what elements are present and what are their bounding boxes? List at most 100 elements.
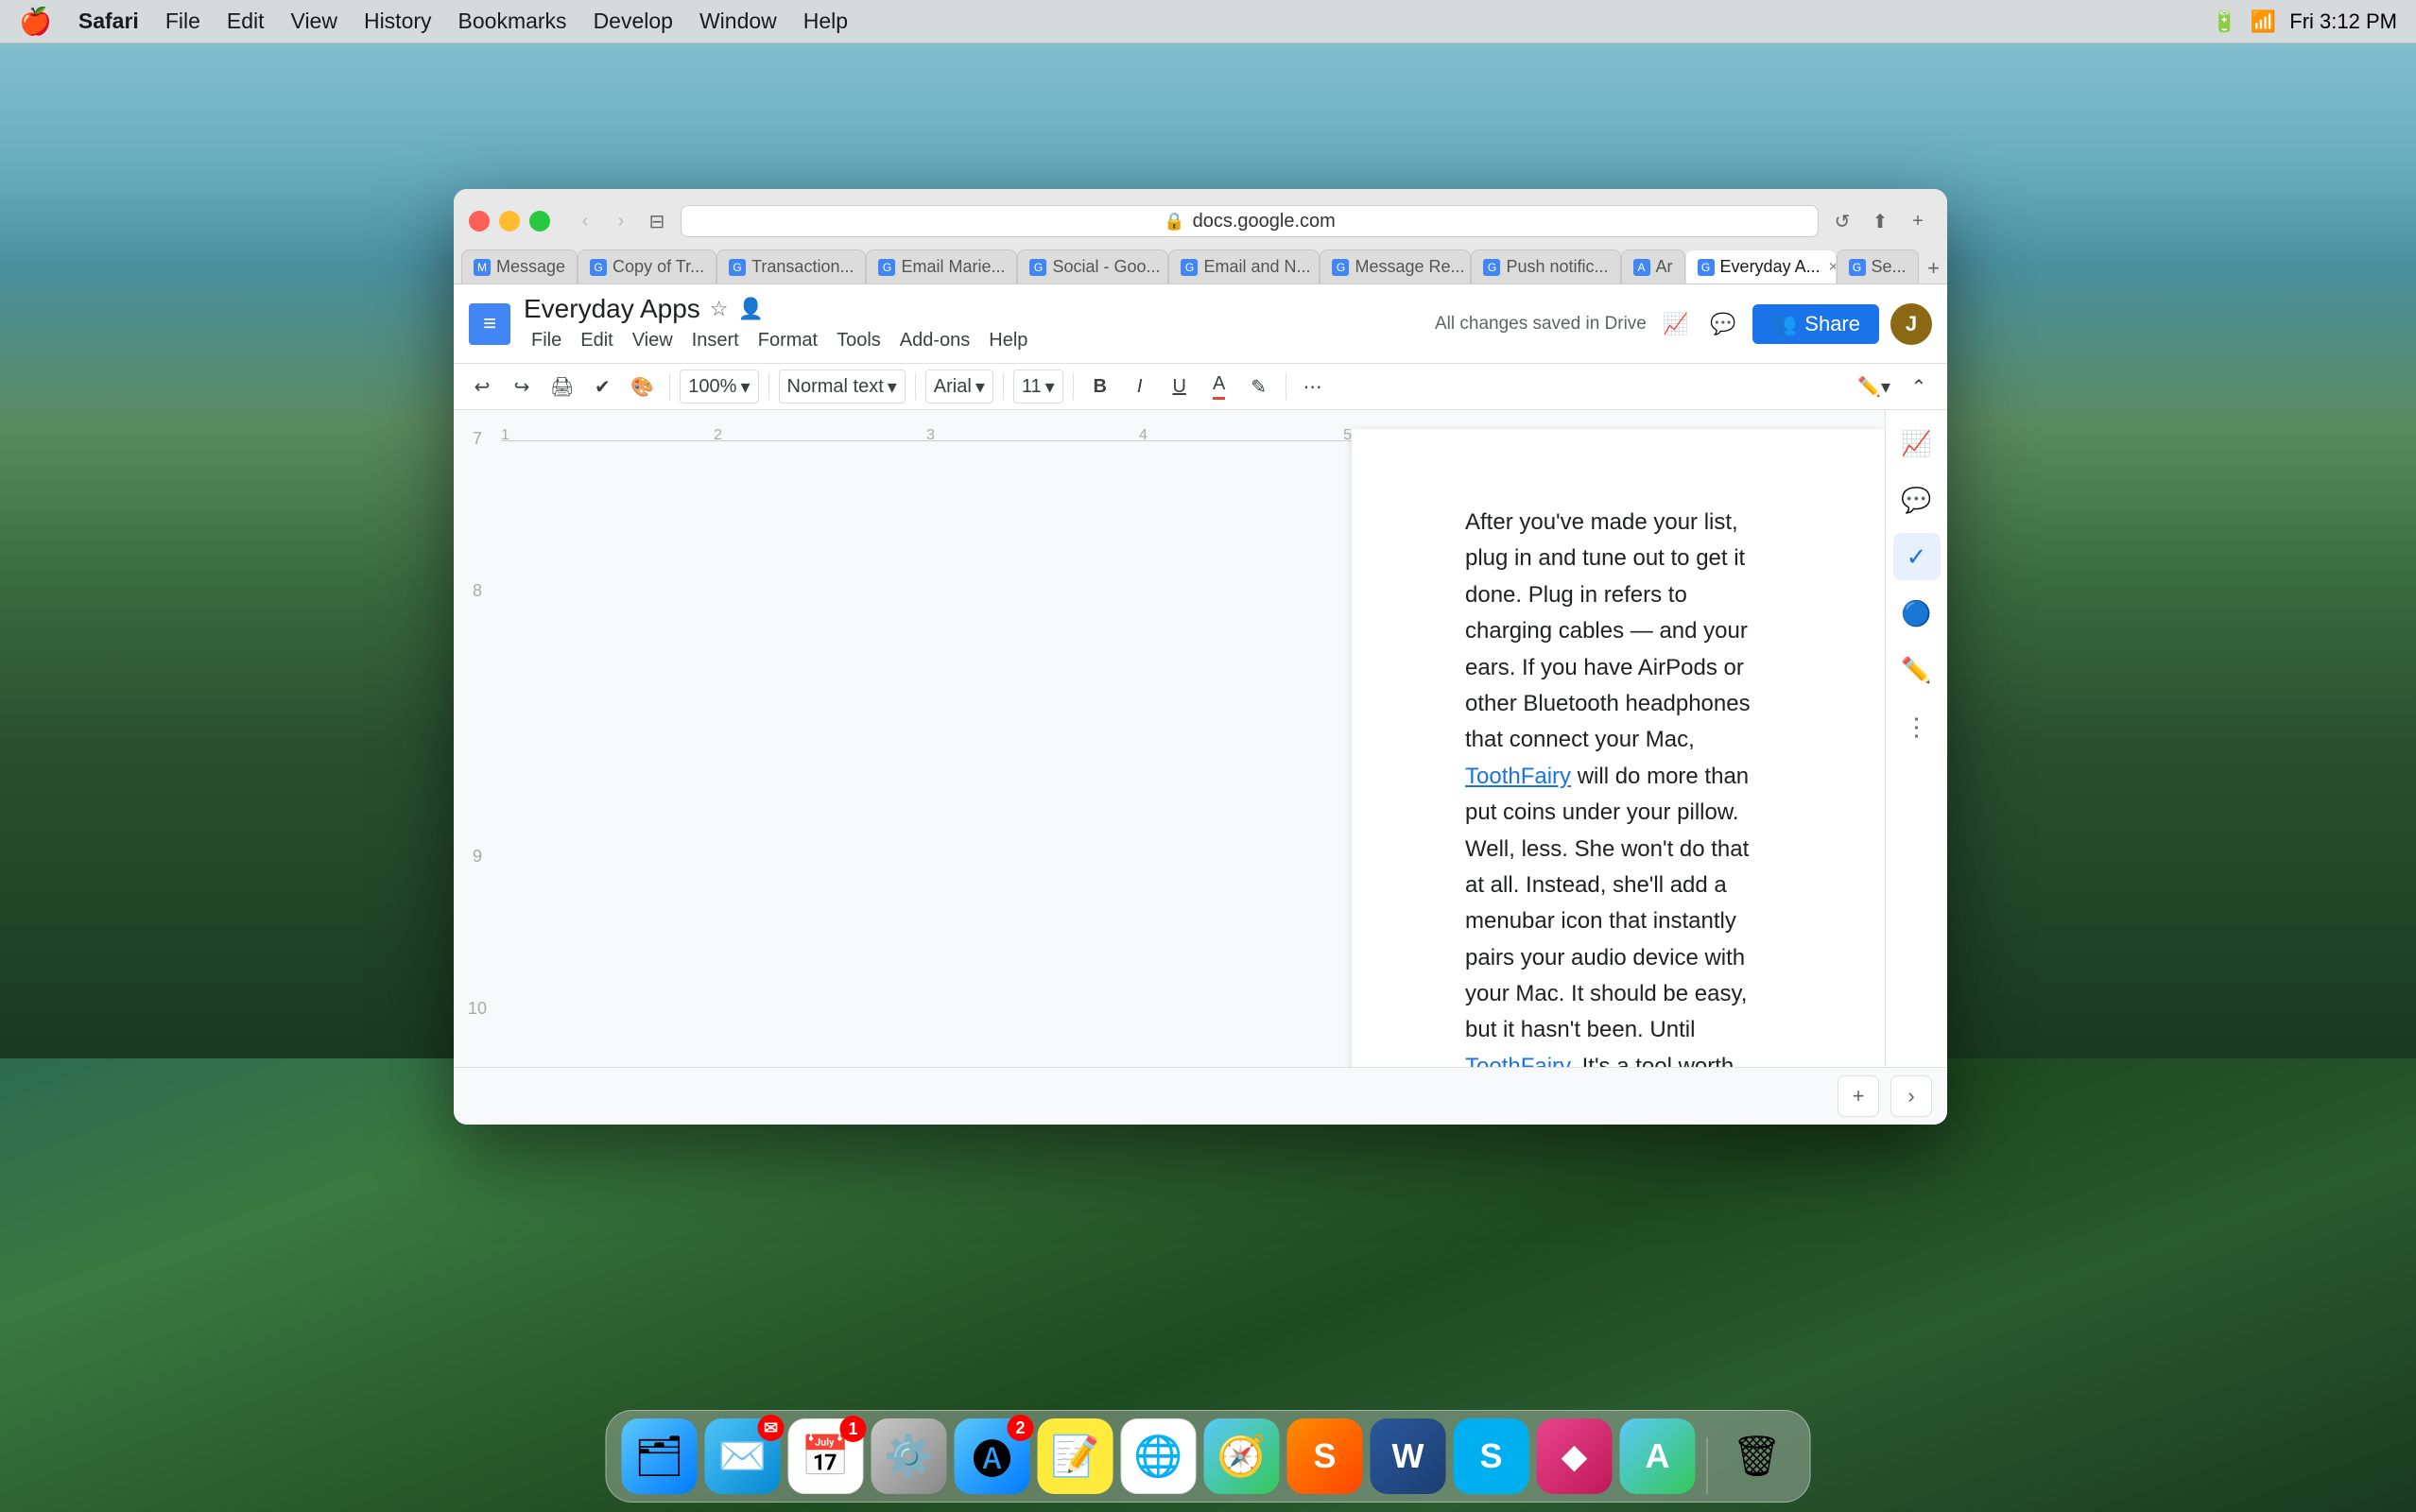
menubar-history[interactable]: History bbox=[364, 9, 432, 34]
docs-document-title[interactable]: Everyday Apps bbox=[524, 294, 700, 324]
page-num-8: 8 bbox=[473, 581, 482, 601]
toolbar-italic-button[interactable]: I bbox=[1123, 369, 1157, 404]
menubar-view[interactable]: View bbox=[291, 9, 337, 34]
dock-mail[interactable]: ✉️ bbox=[705, 1418, 781, 1494]
new-tab-button[interactable]: + bbox=[1919, 253, 1947, 284]
browser-tab-social[interactable]: G Social - Goo... bbox=[1017, 249, 1168, 284]
toolbar-print-button[interactable]: 🖨 bbox=[544, 369, 579, 404]
docs-expand-button[interactable]: › bbox=[1890, 1075, 1932, 1117]
docs-move-to-folder-icon[interactable]: 👤 bbox=[738, 297, 764, 321]
docs-menu-view[interactable]: View bbox=[625, 328, 681, 353]
dock-stickies[interactable]: 📝 bbox=[1038, 1418, 1113, 1494]
sidebar-explore-button[interactable]: 📈 bbox=[1893, 420, 1941, 467]
dock-sublime-text[interactable]: S bbox=[1287, 1418, 1363, 1494]
nav-back-button[interactable]: ‹ bbox=[571, 207, 599, 235]
toolbar-font-dropdown[interactable]: Arial ▾ bbox=[925, 369, 993, 404]
browser-new-tab-button[interactable]: + bbox=[1904, 207, 1932, 235]
nav-sidebar-button[interactable]: ⊟ bbox=[643, 207, 671, 235]
toolbar-edit-mode-button[interactable]: ✏️▾ bbox=[1852, 369, 1896, 404]
docs-menu-addons[interactable]: Add-ons bbox=[892, 328, 978, 353]
docs-star-button[interactable]: ☆ bbox=[710, 297, 729, 321]
docs-document-page[interactable]: After you've made your list, plug in and… bbox=[1352, 429, 1885, 1067]
browser-tab-se[interactable]: G Se... bbox=[1837, 249, 1919, 284]
address-bar[interactable]: 🔒 docs.google.com bbox=[681, 205, 1819, 237]
browser-tab-message-re[interactable]: G Message Re... bbox=[1320, 249, 1471, 284]
docs-link-toothfairy-1[interactable]: ToothFairy bbox=[1465, 764, 1571, 789]
sidebar-more-button[interactable]: ⋮ bbox=[1893, 703, 1941, 750]
dock-chrome[interactable]: 🌐 bbox=[1121, 1418, 1197, 1494]
sidebar-links-button[interactable]: 🔵 bbox=[1893, 590, 1941, 637]
toolbar-paint-format-button[interactable]: 🎨 bbox=[625, 369, 660, 404]
browser-tab-email-n[interactable]: G Email and N... bbox=[1168, 249, 1320, 284]
ruler-mark-3: 3 bbox=[926, 427, 935, 444]
menubar-develop[interactable]: Develop bbox=[594, 9, 673, 34]
apple-menu[interactable]: 🍎 bbox=[19, 6, 52, 37]
sidebar-chat-button[interactable]: 💬 bbox=[1893, 476, 1941, 524]
browser-tab-ar[interactable]: A Ar bbox=[1621, 249, 1685, 284]
menubar-app-name[interactable]: Safari bbox=[78, 9, 139, 34]
toolbar-style-dropdown[interactable]: Normal text ▾ bbox=[779, 369, 906, 404]
menubar-edit[interactable]: Edit bbox=[227, 9, 265, 34]
docs-comment-button[interactable]: 💬 bbox=[1705, 306, 1741, 342]
user-avatar[interactable]: J bbox=[1890, 303, 1932, 345]
docs-menu-tools[interactable]: Tools bbox=[829, 328, 889, 353]
dock-archiver[interactable]: A bbox=[1620, 1418, 1696, 1494]
docs-share-button[interactable]: 👥 Share bbox=[1752, 304, 1879, 344]
dock-system-preferences[interactable]: ⚙️ bbox=[871, 1418, 947, 1494]
sidebar-pencil-button[interactable]: ✏️ bbox=[1893, 646, 1941, 694]
menubar-wifi: 📶 bbox=[2251, 9, 2276, 34]
zoom-chevron-icon: ▾ bbox=[740, 375, 750, 399]
dock-safari[interactable]: 🧭 bbox=[1204, 1418, 1280, 1494]
dock-skype[interactable]: S bbox=[1454, 1418, 1529, 1494]
toolbar-underline-button[interactable]: U bbox=[1163, 369, 1197, 404]
nav-forward-button[interactable]: › bbox=[607, 207, 635, 235]
docs-add-comment-button[interactable]: + bbox=[1838, 1075, 1879, 1117]
browser-tab-everyday[interactable]: G Everyday A... ✕ bbox=[1685, 249, 1837, 284]
menubar-window[interactable]: Window bbox=[699, 9, 777, 34]
toolbar-more-button[interactable]: ⋯ bbox=[1296, 369, 1330, 404]
tab-label-email-n: Email and N... bbox=[1203, 257, 1310, 277]
sidebar-check-button[interactable]: ✓ bbox=[1893, 533, 1941, 580]
toolbar-collapse-button[interactable]: ⌃ bbox=[1902, 369, 1936, 404]
dock-finder[interactable]: 🗂 bbox=[622, 1418, 698, 1494]
browser-tab-transaction[interactable]: G Transaction... bbox=[716, 249, 866, 284]
browser-tab-push[interactable]: G Push notific... bbox=[1471, 249, 1620, 284]
share-label: Share bbox=[1804, 312, 1860, 336]
docs-menu-help[interactable]: Help bbox=[981, 328, 1035, 353]
toolbar-zoom-dropdown[interactable]: 100% ▾ bbox=[680, 369, 758, 404]
toolbar-text-color-button[interactable]: A bbox=[1202, 369, 1236, 404]
toolbar-fontsize-dropdown[interactable]: 11 ▾ bbox=[1013, 369, 1063, 404]
toolbar-redo-button[interactable]: ↪ bbox=[505, 369, 539, 404]
docs-activity-button[interactable]: 📈 bbox=[1658, 306, 1694, 342]
docs-toolbar-area: ≡ Everyday Apps ☆ 👤 File Edit View Inser bbox=[454, 284, 1947, 410]
browser-reload-button[interactable]: ↺ bbox=[1828, 207, 1856, 235]
dock-setapp[interactable]: ◆ bbox=[1537, 1418, 1613, 1494]
docs-menu-format[interactable]: Format bbox=[751, 328, 825, 353]
tab-label-message: Message bbox=[496, 257, 565, 277]
toolbar-bold-button[interactable]: B bbox=[1083, 369, 1117, 404]
browser-tab-copy[interactable]: G Copy of Tr... bbox=[578, 249, 716, 284]
browser-tab-message[interactable]: M Message bbox=[461, 249, 578, 284]
browser-tab-email-marie[interactable]: G Email Marie... bbox=[866, 249, 1017, 284]
docs-menu-edit[interactable]: Edit bbox=[573, 328, 620, 353]
browser-share-button[interactable]: ⬆ bbox=[1866, 207, 1894, 235]
dock-app-store[interactable]: 🅐 bbox=[955, 1418, 1030, 1494]
docs-link-toothfairy-2[interactable]: ToothFairy bbox=[1465, 1054, 1569, 1067]
dock-calendar[interactable]: 📅 bbox=[788, 1418, 864, 1494]
dock-word[interactable]: W bbox=[1371, 1418, 1446, 1494]
tab-favicon-email-n: G bbox=[1181, 259, 1198, 276]
window-maximize-button[interactable] bbox=[529, 211, 550, 232]
dock-trash[interactable]: 🗑 bbox=[1719, 1418, 1795, 1494]
tab-close-everyday[interactable]: ✕ bbox=[1826, 260, 1837, 275]
window-close-button[interactable] bbox=[469, 211, 490, 232]
toolbar-highlight-button[interactable]: ✎ bbox=[1242, 369, 1276, 404]
toolbar-spellcheck-button[interactable]: ✔ bbox=[585, 369, 619, 404]
stickies-icon: 📝 bbox=[1050, 1434, 1099, 1480]
docs-menu-insert[interactable]: Insert bbox=[684, 328, 747, 353]
toolbar-undo-button[interactable]: ↩ bbox=[465, 369, 499, 404]
menubar-help[interactable]: Help bbox=[803, 9, 848, 34]
menubar-file[interactable]: File bbox=[165, 9, 200, 34]
window-minimize-button[interactable] bbox=[499, 211, 520, 232]
menubar-bookmarks[interactable]: Bookmarks bbox=[458, 9, 567, 34]
docs-menu-file[interactable]: File bbox=[524, 328, 569, 353]
